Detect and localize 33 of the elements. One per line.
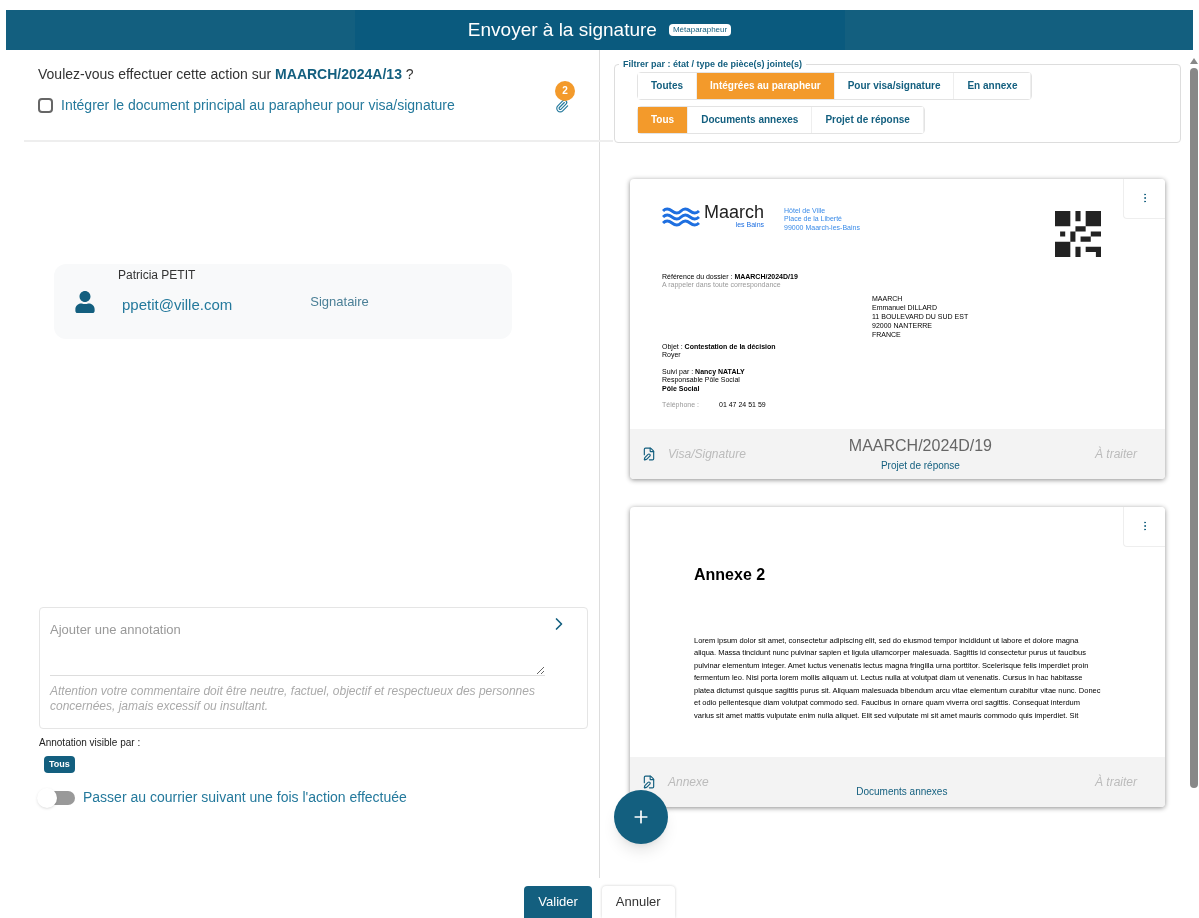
integrate-label: Intégrer le document principal au parapheur pour visa/signature <box>61 96 455 115</box>
user-icon <box>74 290 96 313</box>
document-status: À traiter <box>1095 773 1137 791</box>
next-mail-label: Passer au courrier suivant une fois l'action effectuée <box>83 788 407 807</box>
cancel-button[interactable]: Annuler <box>601 886 675 918</box>
scroll-up-arrow-icon[interactable] <box>1190 58 1198 64</box>
visibility-label: Annotation visible par : <box>39 735 142 750</box>
document-type: Annexe <box>668 773 709 791</box>
signatory-email: ppetit@ville.com <box>122 295 233 316</box>
add-button[interactable] <box>614 790 668 844</box>
dialog-title: Envoyer à la signature <box>467 17 657 42</box>
validate-button[interactable]: Valider <box>524 886 592 918</box>
integrate-checkbox[interactable] <box>38 98 53 113</box>
document-status: À traiter <box>1095 445 1137 463</box>
visibility-chip[interactable]: Tous <box>44 755 75 773</box>
filter-segment[interactable]: Toutes <box>638 72 698 99</box>
annotation-warning: Attention votre commentaire doit être neutre, factuel, objectif et respectueux des personnes concernées, jamais excessif ou insultant. <box>50 683 536 714</box>
document-category: Documents annexes <box>856 785 948 799</box>
signature-icon <box>642 446 656 461</box>
confirmation-question: Voulez-vous effectuer cette action sur MAARCH/2024A/13 ? <box>38 65 415 84</box>
signatory-role: Signataire <box>310 292 369 311</box>
signature-icon <box>642 774 656 789</box>
paperclip-icon[interactable] <box>555 98 569 113</box>
document-category: Projet de réponse <box>880 459 960 473</box>
attachments-count: 2 <box>555 80 575 101</box>
filter-legend: Filtrer par : état / type de pièce(s) jointe(s) <box>619 58 807 72</box>
document-type: Visa/Signature <box>668 445 746 463</box>
document-reference: MAARCH/2024D/19 <box>848 436 992 456</box>
service-badge: Métaparapheur <box>668 24 732 36</box>
next-mail-toggle[interactable] <box>39 790 75 805</box>
signatory-name: Patricia PETIT <box>118 267 196 284</box>
qr-code-icon <box>1055 210 1101 257</box>
annex-heading: Annexe 2 <box>694 564 767 585</box>
